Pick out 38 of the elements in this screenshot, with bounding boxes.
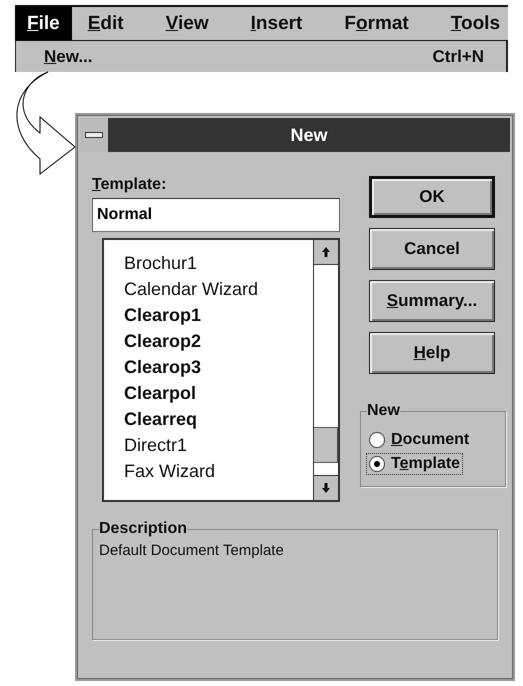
menu-item[interactable]: Format (332, 7, 421, 40)
scrollbar[interactable] (313, 240, 338, 500)
template-label: Template: (92, 176, 166, 194)
scroll-thumb[interactable] (314, 427, 338, 463)
radio-option[interactable]: Template (367, 454, 462, 474)
group-title: New (367, 402, 400, 420)
template-item[interactable]: Clearreq (124, 406, 198, 432)
template-item[interactable]: Calendar Wizard (124, 276, 258, 302)
menu-item[interactable]: View (154, 7, 221, 40)
shortcut-label: Ctrl+N (432, 46, 484, 66)
minus-icon (85, 132, 103, 138)
menu-entry-label: New... (44, 46, 92, 66)
menu-item[interactable]: Tools (438, 7, 512, 40)
template-item[interactable]: Directr1 (124, 432, 188, 458)
menu-item[interactable]: Insert (238, 7, 314, 40)
template-item[interactable]: Clearpol (124, 380, 196, 406)
scroll-up-button[interactable] (314, 240, 338, 265)
template-item[interactable]: Fax Wizard (124, 458, 216, 484)
scroll-down-button[interactable] (314, 475, 338, 500)
template-field[interactable]: Normal (92, 198, 340, 232)
description-text: Default Document Template (99, 542, 284, 559)
dialog-button[interactable]: Help (369, 332, 495, 374)
template-item[interactable]: Clearop3 (124, 354, 202, 380)
system-menu-button[interactable] (80, 118, 108, 152)
template-item[interactable]: Clearop2 (124, 328, 202, 354)
menu-entry[interactable]: New... Ctrl+N (15, 41, 508, 72)
radio-option[interactable]: Document (367, 430, 472, 450)
down-arrow-icon (322, 483, 330, 493)
template-item[interactable]: Clearop1 (124, 302, 202, 328)
dialog-button[interactable]: Summary... (369, 280, 495, 322)
up-arrow-icon (322, 247, 330, 257)
template-item[interactable]: Brochur1 (124, 250, 198, 276)
group-title: Description (99, 520, 188, 538)
dialog-button[interactable]: Cancel (369, 228, 495, 270)
dialog-title: New (289, 124, 328, 146)
menu-item[interactable]: Edit (76, 7, 136, 40)
dialog-button[interactable]: OK (369, 176, 495, 218)
menu-item[interactable]: File (15, 7, 72, 40)
